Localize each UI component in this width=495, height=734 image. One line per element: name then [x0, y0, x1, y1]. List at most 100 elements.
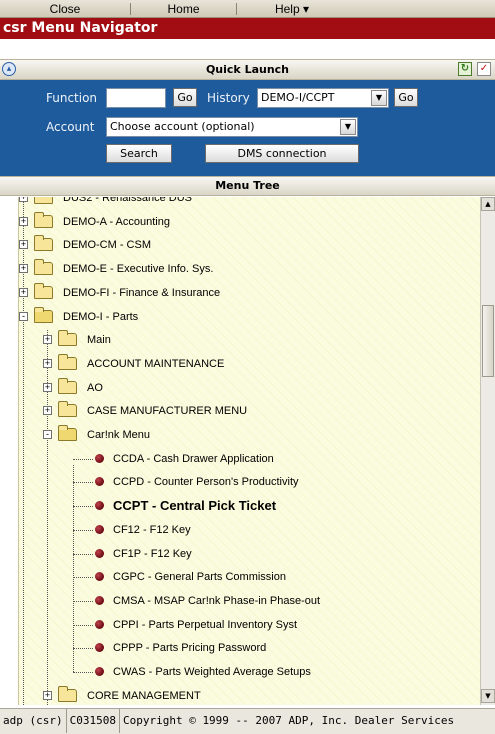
folder-open-icon	[34, 306, 53, 323]
history-select[interactable]: DEMO-I/CCPT ▼	[257, 88, 389, 108]
expand-icon[interactable]: +	[43, 406, 52, 416]
function-bullet-icon	[95, 501, 104, 511]
tree-folder-item[interactable]: + CASE MANUFACTURER MENU	[19, 401, 479, 421]
tree-function-item[interactable]: CCPT - Central Pick Ticket	[19, 496, 479, 516]
function-bullet-icon	[95, 572, 104, 582]
tree-item-label: Main	[87, 334, 111, 347]
menu-help[interactable]: Help ▾	[237, 0, 347, 18]
expand-icon[interactable]: +	[19, 240, 28, 250]
scroll-down-arrow-icon[interactable]: ▼	[481, 689, 495, 703]
app-title: csr Menu Navigator	[0, 18, 495, 39]
account-select[interactable]: Choose account (optional) ▼	[106, 117, 358, 137]
tree-folder-item[interactable]: + CORE MANAGEMENT	[19, 685, 479, 705]
tree-folder-item[interactable]: - Car!nk Menu	[19, 425, 479, 445]
tree-function-item[interactable]: CGPC - General Parts Commission	[19, 567, 479, 587]
tree-item-label: CMSA - MSAP Car!nk Phase-in Phase-out	[113, 594, 321, 607]
function-bullet-icon	[95, 667, 104, 676]
menu-home[interactable]: Home	[131, 0, 236, 18]
expand-icon[interactable]: +	[43, 382, 52, 392]
tree-item-label: CCDA - Cash Drawer Application	[113, 452, 274, 465]
folder-icon	[58, 330, 77, 347]
function-bullet-icon	[95, 548, 104, 558]
tree-folder-item[interactable]: + AO	[19, 377, 479, 398]
scrollbar-thumb[interactable]	[482, 305, 494, 377]
menu-close[interactable]: Close	[0, 0, 130, 18]
tree-connector	[73, 506, 93, 508]
refresh-icon[interactable]: ↻	[458, 62, 472, 76]
folder-icon	[34, 282, 53, 299]
dropdown-arrow-icon[interactable]: ▼	[371, 90, 387, 106]
tree-folder-item[interactable]: + DUS2 - Renaissance DUS	[19, 197, 479, 208]
status-footer: adp (csr) C031508 Copyright © 1999 -- 2007…	[0, 708, 495, 734]
tree-folder-item[interactable]: + DEMO-A - Accounting	[19, 211, 479, 232]
history-go-button[interactable]: Go	[394, 88, 418, 107]
tree-item-label: CPPP - Parts Pricing Password	[113, 642, 267, 655]
tree-scrollbar[interactable]: ▲ ▼	[480, 197, 495, 705]
expand-icon[interactable]: +	[19, 197, 28, 202]
checklist-icon[interactable]: ✓	[477, 62, 491, 76]
tree-function-item[interactable]: CWAS - Parts Weighted Average Setups	[19, 662, 479, 682]
menu-tree-header: Menu Tree	[0, 176, 495, 196]
tree-function-item[interactable]: CCPD - Counter Person's Productivity	[19, 472, 479, 492]
folder-icon	[34, 197, 53, 204]
expand-icon[interactable]: +	[43, 690, 52, 700]
tree-item-label: DUS2 - Renaissance DUS	[63, 197, 192, 204]
function-label: Function	[46, 91, 98, 105]
tree-item-label: DEMO-I - Parts	[63, 310, 139, 323]
footer-copyright: Copyright © 1999 -- 2007 ADP, Inc. Deale…	[122, 714, 455, 727]
tree-item-label: CGPC - General Parts Commission	[113, 571, 286, 584]
function-bullet-icon	[95, 643, 104, 653]
tree-item-label: DEMO-A - Accounting	[63, 215, 170, 228]
tree-item-label: CPPI - Parts Perpetual Inventory Syst	[113, 618, 298, 631]
account-select-value: Choose account (optional)	[110, 120, 255, 133]
function-input[interactable]	[106, 88, 166, 108]
tree-folder-item[interactable]: + DEMO-FI - Finance & Insurance	[19, 282, 479, 303]
expand-icon[interactable]: +	[19, 216, 28, 226]
expand-icon[interactable]: +	[43, 358, 52, 368]
menu-tree-title: Menu Tree	[215, 179, 280, 192]
tree-folder-item[interactable]: + DEMO-E - Executive Info. Sys.	[19, 259, 479, 279]
folder-icon	[58, 353, 77, 370]
tree-item-label: CCPT - Central Pick Ticket	[113, 498, 277, 514]
tree-function-item[interactable]: CMSA - MSAP Car!nk Phase-in Phase-out	[19, 591, 479, 611]
tree-item-label: DEMO-E - Executive Info. Sys.	[63, 263, 214, 276]
search-button[interactable]: Search	[106, 144, 172, 163]
tree-connector	[73, 672, 93, 673]
tree-function-item[interactable]: CCDA - Cash Drawer Application	[19, 449, 479, 469]
top-menu-bar: Close Home Help ▾	[0, 0, 495, 18]
tree-folder-item[interactable]: + ACCOUNT MAINTENANCE	[19, 353, 479, 374]
expand-icon[interactable]: +	[19, 287, 28, 297]
tree-connector	[73, 553, 93, 555]
tree-connector	[73, 482, 93, 484]
tree-item-label: CWAS - Parts Weighted Average Setups	[113, 666, 311, 678]
function-bullet-icon	[95, 453, 104, 463]
footer-code: C031508	[67, 709, 120, 733]
history-select-value: DEMO-I/CCPT	[261, 91, 335, 104]
expand-icon[interactable]: +	[43, 335, 52, 345]
dms-connection-button[interactable]: DMS connection	[205, 144, 359, 163]
tree-folder-item[interactable]: - DEMO-I - Parts	[19, 306, 479, 327]
tree-item-label: CF12 - F12 Key	[113, 523, 191, 536]
tree-folder-item[interactable]: + DEMO-CM - CSM	[19, 235, 479, 255]
function-bullet-icon	[95, 619, 104, 629]
tree-item-label: AO	[87, 381, 103, 394]
scroll-up-arrow-icon[interactable]: ▲	[481, 197, 495, 211]
tree-item-label: CORE MANAGEMENT	[87, 689, 201, 702]
quick-launch-panel: Function Go History DEMO-I/CCPT ▼ Go Acc…	[0, 80, 495, 176]
tree-function-item[interactable]: CF1P - F12 Key	[19, 544, 479, 564]
expand-icon[interactable]: +	[19, 264, 28, 274]
folder-icon	[58, 377, 77, 394]
tree-function-item[interactable]: CF12 - F12 Key	[19, 520, 479, 540]
tree-connector	[73, 624, 93, 626]
tree-function-item[interactable]: CPPP - Parts Pricing Password	[19, 638, 479, 658]
function-go-button[interactable]: Go	[173, 88, 197, 107]
collapse-icon[interactable]: -	[19, 311, 28, 321]
tree-item-label: CASE MANUFACTURER MENU	[87, 405, 248, 418]
collapse-icon[interactable]: -	[43, 430, 52, 439]
tree-folder-item[interactable]: + Main	[19, 330, 479, 350]
folder-open-icon	[58, 425, 77, 441]
collapse-toggle-icon[interactable]: ▴	[2, 62, 16, 76]
tree-function-item[interactable]: CPPI - Parts Perpetual Inventory Syst	[19, 615, 479, 635]
function-bullet-icon	[95, 595, 104, 605]
dropdown-arrow-icon[interactable]: ▼	[340, 119, 356, 135]
